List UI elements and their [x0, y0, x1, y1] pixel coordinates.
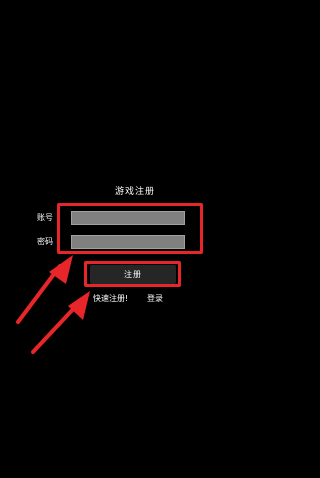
register-highlight-box — [84, 261, 181, 287]
login-link[interactable]: 登录 — [147, 294, 163, 304]
fields-highlight-box — [57, 203, 203, 254]
arrow-to-fields-icon — [16, 255, 73, 324]
arrow-to-register-icon — [31, 291, 90, 354]
account-label: 账号 — [37, 213, 53, 222]
page-title: 游戏注册 — [114, 187, 155, 197]
password-label: 密码 — [37, 237, 53, 246]
quick-register-link[interactable]: 快速注册! — [93, 294, 128, 304]
